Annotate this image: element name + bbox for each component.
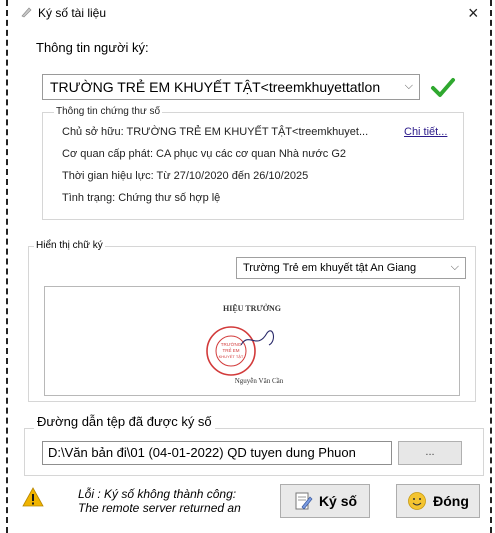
stamp-text-2: TRẺ EM (222, 347, 239, 353)
browse-button[interactable]: ... (398, 441, 462, 465)
signature-style-dropdown[interactable]: Trường Trẻ em khuyết tật An Giang ⌵ (236, 257, 466, 279)
signature-image: HIỆU TRƯỞNG TRƯỜNG TRẺ EM KHUYẾT TẬT Ngu… (206, 303, 284, 385)
certificate-issuer: Cơ quan cấp phát: CA phục vụ các cơ quan… (62, 148, 346, 160)
certificate-info-legend: Thông tin chứng thư số (54, 106, 163, 117)
chevron-down-icon: ⌵ (450, 261, 459, 273)
signer-name-text: Nguyễn Văn Cần (235, 377, 284, 385)
signed-path-label: Đường dẫn tệp đã được ký số (34, 414, 215, 429)
right-dashed-border (490, 0, 492, 533)
signed-path-value: D:\Văn bản đi\01 (04-01-2022) QD tuyen d… (48, 445, 356, 460)
close-button-label: Đóng (433, 493, 469, 509)
error-message: Lỗi : Ký số không thành công: The remote… (78, 487, 241, 515)
close-window-button[interactable]: × (468, 3, 479, 24)
close-button[interactable]: Đóng (396, 484, 480, 518)
signer-dropdown[interactable]: TRƯỜNG TRẺ EM KHUYẾT TẬT<treemkhuyettatl… (42, 74, 420, 100)
emoji-close-icon (408, 492, 427, 510)
signer-section-label: Thông tin người ký: (36, 40, 149, 55)
signer-dropdown-value: TRƯỜNG TRẺ EM KHUYẾT TẬT<treemkhuyettatl… (50, 79, 381, 95)
certificate-owner: Chủ sở hữu: TRƯỜNG TRẺ EM KHUYẾT TẬT<tre… (62, 126, 369, 138)
sign-document-icon (295, 492, 313, 510)
certificate-detail-link[interactable]: Chi tiết... (404, 126, 447, 138)
signer-title-text: HIỆU TRƯỞNG (223, 303, 281, 313)
sign-button[interactable]: Ký số (280, 484, 370, 518)
sign-button-label: Ký số (318, 493, 358, 509)
app-icon (21, 7, 32, 18)
certificate-validity: Thời gian hiệu lực: Từ 27/10/2020 đến 26… (62, 170, 309, 182)
check-icon (431, 78, 455, 97)
window-title: Ký số tài liệu (38, 6, 107, 20)
certificate-status: Tình trạng: Chứng thư số hợp lệ (62, 192, 221, 204)
signature-style-value: Trường Trẻ em khuyết tật An Giang (243, 262, 417, 274)
signed-path-input[interactable]: D:\Văn bản đi\01 (04-01-2022) QD tuyen d… (42, 441, 392, 465)
error-line-2: The remote server returned an (78, 501, 241, 515)
signature-display-legend: Hiển thị chữ ký (34, 240, 105, 251)
chevron-down-icon: ⌵ (404, 80, 413, 92)
signature-preview: HIỆU TRƯỞNG TRƯỜNG TRẺ EM KHUYẾT TẬT Ngu… (44, 286, 460, 396)
stamp-text-1: TRƯỜNG (221, 341, 242, 347)
error-line-1: Lỗi : Ký số không thành công: (78, 487, 237, 501)
left-dashed-border (6, 0, 8, 533)
warning-icon (22, 487, 44, 507)
stamp-text-3: KHUYẾT TẬT (219, 354, 244, 359)
